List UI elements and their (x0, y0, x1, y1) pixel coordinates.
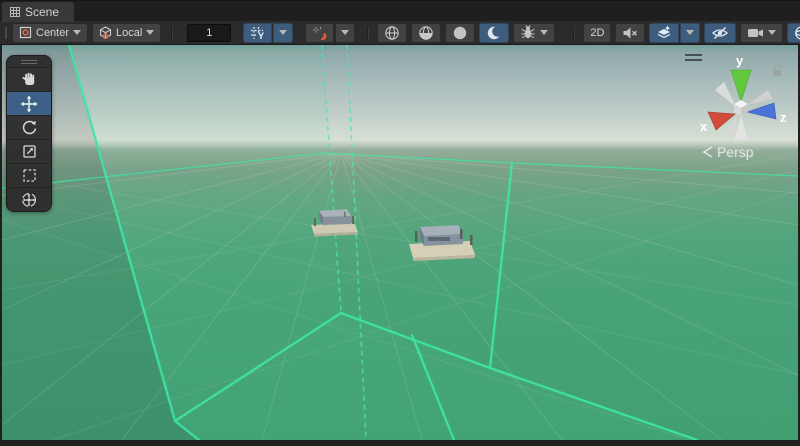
increment-snap-toggle[interactable] (305, 23, 334, 43)
increment-snap-dropdown[interactable] (335, 23, 355, 43)
tab-scene-label: Scene (25, 5, 59, 19)
grid-snap-toggle[interactable]: Y (243, 23, 272, 43)
toolbar-drag-handle[interactable] (5, 27, 7, 39)
projection-toggle[interactable]: Persp (702, 144, 754, 160)
orientation-dropdown[interactable]: Local (92, 23, 161, 43)
2d-label: 2D (590, 27, 604, 39)
shading-shaded-button[interactable] (445, 23, 475, 43)
grid-snap-dropdown[interactable] (273, 23, 293, 43)
chevron-down-icon (540, 30, 548, 35)
scene-3d-canvas[interactable] (2, 45, 798, 440)
pivot-center-icon (19, 26, 32, 39)
grid-snap-group: Y (243, 23, 293, 43)
snap-increment-field[interactable] (187, 24, 231, 42)
eye-slash-icon (711, 26, 729, 40)
scene-viewport[interactable]: y x z Persp (2, 45, 798, 440)
gizmos-group (787, 23, 800, 43)
tool-palette (6, 55, 52, 212)
tool-palette-drag-handle[interactable] (7, 56, 51, 67)
tool-move[interactable] (7, 91, 51, 115)
transform-combined-icon (20, 191, 38, 209)
svg-text:Y: Y (258, 31, 264, 40)
tab-scene[interactable]: Scene (2, 2, 74, 22)
chevron-down-icon (279, 30, 287, 35)
shading-wireframe-button[interactable] (377, 23, 407, 43)
bug-icon (520, 25, 536, 40)
chevron-down-icon (768, 30, 776, 35)
unity-scene-view-window: Scene Center Local (0, 0, 800, 446)
projection-label: Persp (717, 144, 754, 160)
axis-label-x: x (700, 119, 708, 134)
video-camera-icon (747, 26, 764, 39)
solid-circle-icon (452, 25, 468, 41)
toolbar-separator (171, 27, 173, 39)
2d-view-toggle[interactable]: 2D (583, 23, 611, 43)
increment-snap-group (305, 23, 355, 43)
cube-local-icon (99, 26, 112, 39)
effects-toggle[interactable] (649, 23, 679, 43)
scale-icon (21, 143, 38, 160)
scene-toolbar: Center Local Y (0, 21, 800, 45)
axis-cone-y[interactable] (731, 70, 751, 102)
pivot-mode-dropdown[interactable]: Center (12, 23, 88, 43)
chevron-down-icon (146, 30, 154, 35)
tool-transform[interactable] (7, 187, 51, 211)
axis-cone-z[interactable] (747, 103, 776, 119)
shading-shaded-wireframe-button[interactable] (411, 23, 441, 43)
shaded-wireframe-icon (418, 25, 434, 41)
gizmo-sphere-icon (794, 25, 800, 41)
speaker-muted-icon (622, 26, 638, 40)
hand-pan-icon (21, 71, 38, 88)
debug-draw-mode-button[interactable] (513, 23, 555, 43)
orientation-label: Local (116, 27, 142, 39)
tool-rect[interactable] (7, 163, 51, 187)
axis-cone-neg[interactable] (715, 82, 736, 107)
camera-settings-button[interactable] (740, 23, 783, 43)
rotate-icon (21, 119, 38, 136)
tool-scale[interactable] (7, 139, 51, 163)
audio-mute-toggle[interactable] (615, 23, 645, 43)
wireframe-sphere-icon (384, 25, 400, 41)
chevron-down-icon (73, 30, 81, 35)
axis-cone-neg[interactable] (747, 90, 773, 105)
scene-visibility-toggle[interactable] (704, 23, 736, 43)
grid-snap-y-icon: Y (250, 26, 265, 40)
effects-layers-icon (656, 25, 672, 40)
effects-group (649, 23, 700, 43)
chevron-down-icon (341, 30, 349, 35)
pivot-mode-label: Center (36, 27, 69, 39)
tab-strip: Scene (0, 0, 800, 21)
moon-icon (486, 25, 502, 41)
persp-chevron-icon (702, 145, 713, 159)
gizmos-toggle[interactable] (787, 23, 800, 43)
move-arrows-icon (20, 95, 38, 113)
gizmo-lock-icon[interactable] (770, 63, 783, 77)
axis-label-z: z (780, 110, 787, 125)
tool-view-pan[interactable] (7, 67, 51, 91)
axis-label-y: y (736, 53, 744, 68)
scene-lighting-toggle[interactable] (479, 23, 509, 43)
rect-tool-icon (21, 167, 38, 184)
toolbar-separator (367, 27, 369, 39)
chevron-down-icon (686, 30, 694, 35)
toolbar-separator (573, 27, 575, 39)
effects-dropdown[interactable] (680, 23, 700, 43)
scene-tab-grid-icon (10, 7, 20, 17)
gizmo-center-cube[interactable] (734, 100, 748, 116)
magnet-snap-icon (312, 26, 327, 40)
viewport-bottom-border (0, 440, 800, 446)
tool-rotate[interactable] (7, 115, 51, 139)
